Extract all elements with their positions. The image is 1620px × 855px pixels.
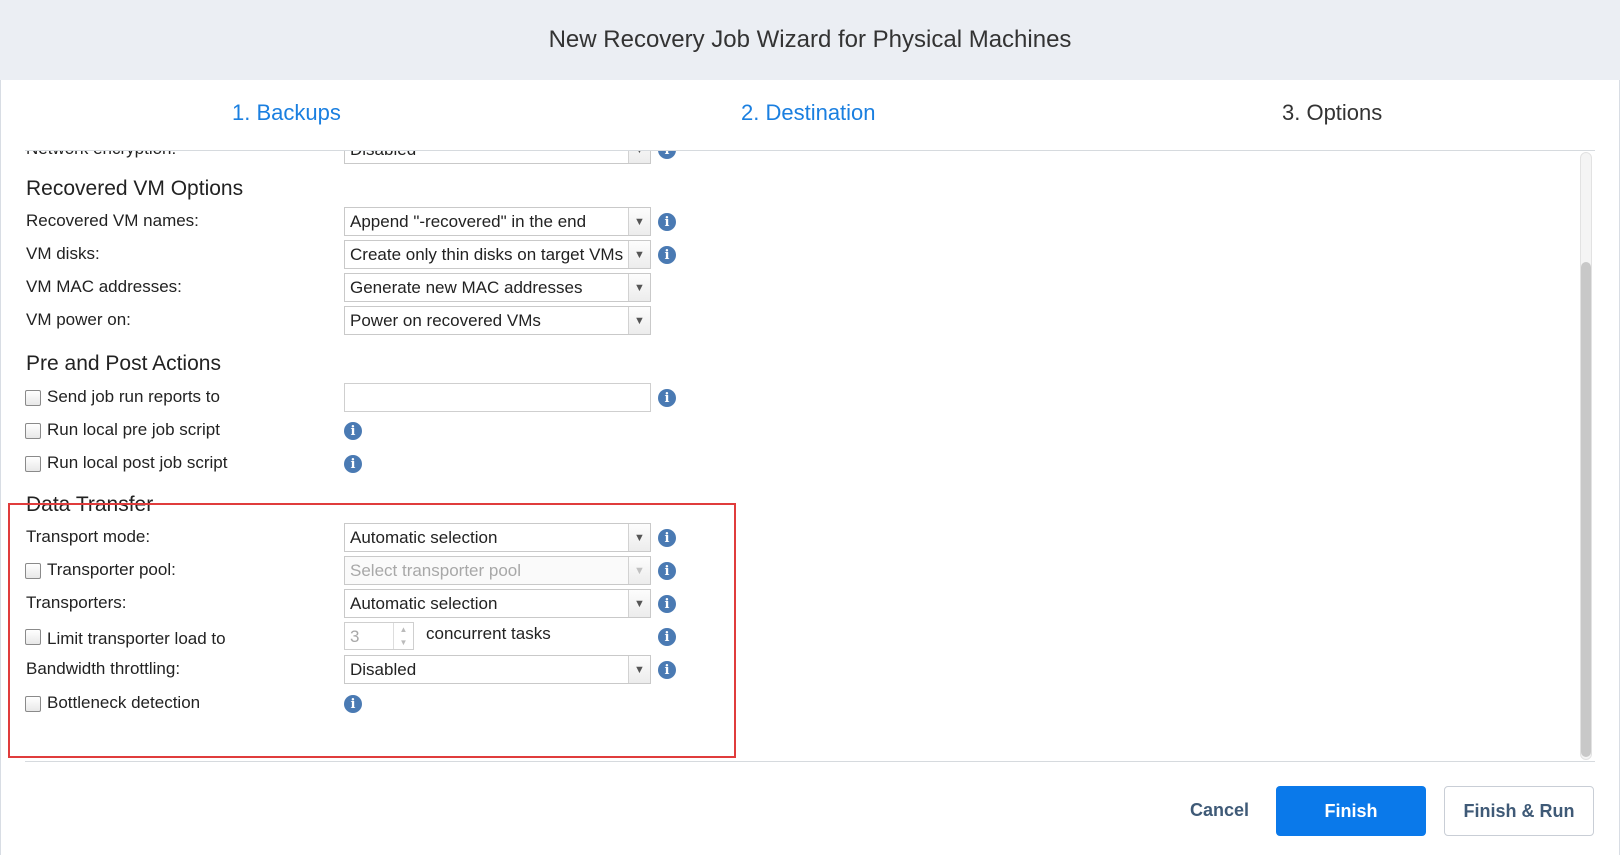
vm-power-on-row: VM power on: Power on recovered VMs ▼ xyxy=(0,305,700,337)
vm-disks-row: VM disks: Create only thin disks on targ… xyxy=(0,239,700,271)
step-destination[interactable]: 2. Destination xyxy=(741,100,876,126)
chevron-down-icon: ▼ xyxy=(628,241,650,268)
info-icon[interactable]: i xyxy=(658,246,676,264)
vm-disks-label: VM disks: xyxy=(26,244,100,263)
info-icon[interactable]: i xyxy=(658,151,676,159)
post-script-row: Run local post job script i xyxy=(0,448,700,480)
wizard-title: New Recovery Job Wizard for Physical Mac… xyxy=(0,0,1620,80)
post-script-checkbox[interactable] xyxy=(25,456,41,472)
finish-and-run-button[interactable]: Finish & Run xyxy=(1444,786,1594,836)
network-encryption-label: Network encryption: xyxy=(26,151,176,159)
chevron-down-icon: ▼ xyxy=(628,307,650,334)
vm-mac-addresses-row: VM MAC addresses: Generate new MAC addre… xyxy=(0,272,700,304)
vm-disks-value: Create only thin disks on target VMs xyxy=(350,245,624,264)
network-encryption-select[interactable]: Disabled ▼ xyxy=(344,151,651,164)
recovered-vm-names-label: Recovered VM names: xyxy=(26,211,199,230)
recovered-vm-names-select[interactable]: Append "-recovered" in the end ▼ xyxy=(344,207,651,236)
wizard-steps: 1. Backups 2. Destination 3. Options xyxy=(0,80,1620,150)
vm-mac-addresses-value: Generate new MAC addresses xyxy=(350,278,583,297)
post-script-label: Run local post job script xyxy=(47,453,228,472)
vm-power-on-value: Power on recovered VMs xyxy=(350,311,541,330)
vm-power-on-select[interactable]: Power on recovered VMs ▼ xyxy=(344,306,651,335)
recovered-vm-names-row: Recovered VM names: Append "-recovered" … xyxy=(0,206,700,238)
send-reports-row: Send job run reports to i xyxy=(0,382,700,414)
recovered-vm-names-value: Append "-recovered" in the end xyxy=(350,212,587,231)
network-encryption-value: Disabled xyxy=(350,151,416,159)
data-transfer-highlight-box xyxy=(8,503,736,758)
pre-script-row: Run local pre job script i xyxy=(0,415,700,447)
vm-mac-addresses-label: VM MAC addresses: xyxy=(26,277,182,296)
send-reports-email-input[interactable] xyxy=(344,383,651,412)
vm-mac-addresses-select[interactable]: Generate new MAC addresses ▼ xyxy=(344,273,651,302)
step-options: 3. Options xyxy=(1282,100,1383,125)
send-reports-label: Send job run reports to xyxy=(47,387,220,406)
info-icon[interactable]: i xyxy=(658,389,676,407)
send-reports-checkbox[interactable] xyxy=(25,390,41,406)
step-backups[interactable]: 1. Backups xyxy=(232,100,341,126)
cancel-button[interactable]: Cancel xyxy=(1190,800,1249,821)
section-title-pre-post-actions: Pre and Post Actions xyxy=(26,352,221,375)
info-icon[interactable]: i xyxy=(658,213,676,231)
chevron-down-icon: ▼ xyxy=(628,274,650,301)
pre-script-checkbox[interactable] xyxy=(25,423,41,439)
info-icon[interactable]: i xyxy=(344,455,362,473)
pre-script-label: Run local pre job script xyxy=(47,420,220,439)
footer-divider xyxy=(25,761,1595,762)
vm-disks-select[interactable]: Create only thin disks on target VMs ▼ xyxy=(344,240,651,269)
section-title-recovered-vm-options: Recovered VM Options xyxy=(26,177,244,200)
info-icon[interactable]: i xyxy=(344,422,362,440)
network-encryption-row: Network encryption: Disabled ▼ i xyxy=(0,151,700,166)
chevron-down-icon: ▼ xyxy=(628,208,650,235)
vm-power-on-label: VM power on: xyxy=(26,310,131,329)
chevron-down-icon: ▼ xyxy=(628,151,650,163)
scrollbar-thumb[interactable] xyxy=(1581,262,1591,757)
finish-button[interactable]: Finish xyxy=(1276,786,1426,836)
